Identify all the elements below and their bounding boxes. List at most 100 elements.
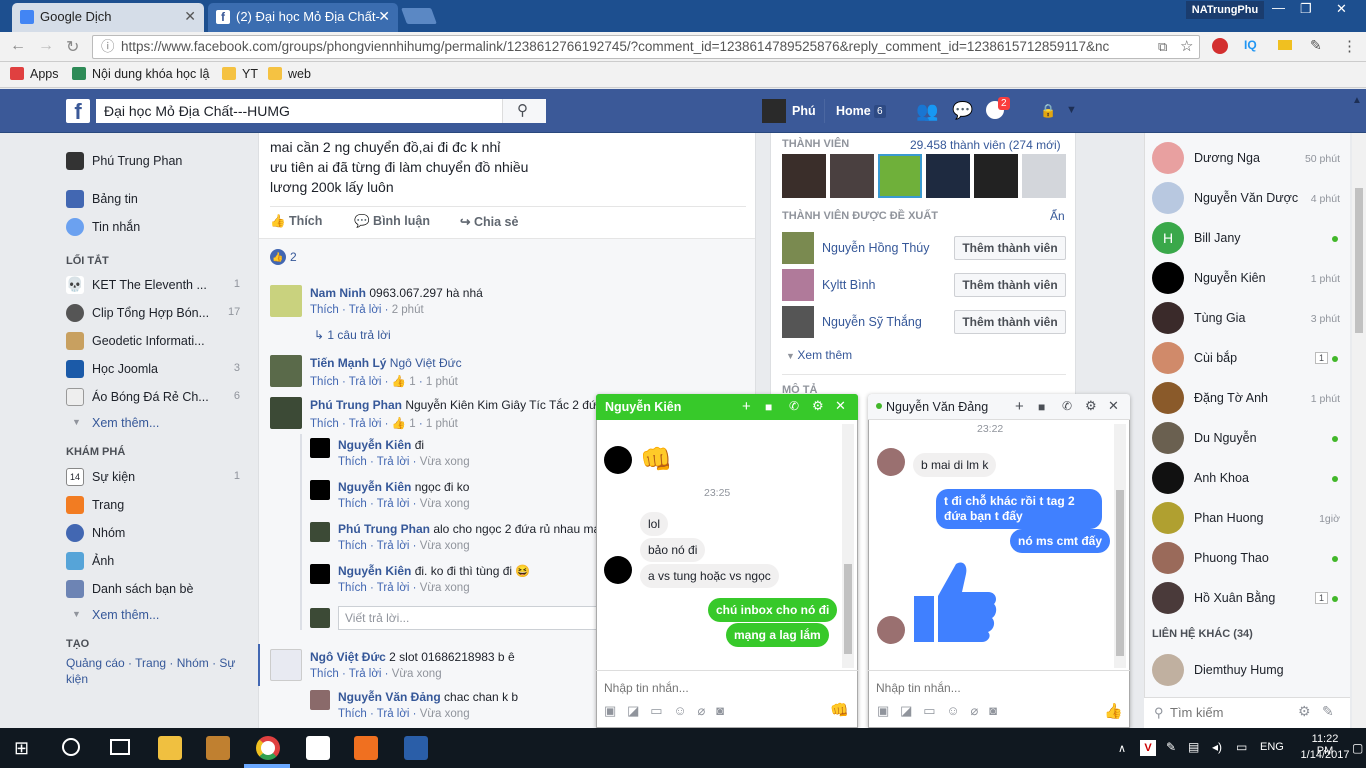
profile-name[interactable]: NATrungPhu (1186, 1, 1264, 19)
forward-icon[interactable]: → (38, 37, 54, 55)
close-icon[interactable]: ✕ (1108, 398, 1119, 414)
extension-icon[interactable] (1278, 40, 1292, 50)
create-links[interactable]: Quảng cáo · Trang · Nhóm · Sự kiện (66, 655, 246, 687)
camera-icon[interactable]: ◙ (989, 703, 997, 718)
tray-app-icon[interactable]: ✎ (1166, 740, 1176, 754)
avatar[interactable] (310, 564, 330, 584)
gear-icon[interactable]: ⚙ (1298, 703, 1311, 720)
avatar[interactable] (270, 285, 302, 317)
minimize-icon[interactable]: — (1272, 0, 1285, 15)
reply-input[interactable]: Viết trả lời... (338, 606, 598, 630)
reply-link[interactable]: Trả lời (349, 418, 382, 430)
star-icon[interactable]: ☆ (1180, 37, 1193, 55)
reply-link[interactable]: Trả lời (377, 708, 410, 720)
chat-contact[interactable]: Nguyễn Văn Dược 4 phút (1152, 182, 1342, 218)
photo-icon[interactable]: ▣ (604, 703, 616, 718)
tab-google-dich[interactable]: Google Dịch ✕ (12, 3, 204, 32)
like-action[interactable]: 👍 Thích (270, 214, 322, 229)
scroll-up-icon[interactable]: ▲ (1352, 95, 1362, 106)
chat-window-title[interactable]: Nguyễn Văn Đảng (886, 400, 988, 414)
notification-center-icon[interactable]: ▢ (1352, 741, 1363, 755)
reply-link[interactable]: Trả lời (377, 582, 410, 594)
member-photo[interactable] (926, 154, 970, 198)
clock-date[interactable]: 1/14/2017 (1300, 749, 1350, 761)
bookmark-apps[interactable]: Apps (10, 67, 59, 81)
add-member-button[interactable]: Thêm thành viên (954, 236, 1066, 260)
scroll-thumb[interactable] (1355, 188, 1363, 333)
suggested-member-name[interactable]: Nguyễn Hồng Thúy (822, 241, 929, 255)
task-view-icon[interactable] (110, 739, 130, 755)
share-action[interactable]: ↪ Chia sẻ (460, 214, 518, 229)
comment-author[interactable]: Nam Ninh (310, 286, 366, 300)
language-indicator[interactable]: ENG (1260, 741, 1284, 753)
comment-author[interactable]: Nguyễn Văn Đảng (338, 690, 441, 704)
maximize-icon[interactable]: ❐ (1300, 1, 1312, 17)
iq-extension[interactable]: IQ (1244, 38, 1257, 52)
gif-icon[interactable]: ▭ (650, 703, 662, 718)
chat-contact[interactable]: Du Nguyễn (1152, 422, 1342, 458)
attach-icon[interactable]: ⌀ (971, 703, 979, 718)
chat-window-title[interactable]: Nguyễn Kiên (605, 400, 681, 414)
like-link[interactable]: Thích (338, 456, 367, 468)
like-link[interactable]: Thích (338, 708, 367, 720)
comment-author[interactable]: Nguyễn Kiên (338, 480, 411, 494)
scroll-thumb[interactable] (844, 564, 852, 654)
chat-contact[interactable]: Dương Nga 50 phút (1152, 142, 1342, 178)
member-photo[interactable] (782, 154, 826, 198)
new-tab-button[interactable] (401, 8, 437, 24)
emoji-icon[interactable]: ☺ (673, 703, 686, 718)
photo-icon[interactable]: ▣ (877, 703, 889, 718)
attach-icon[interactable]: ⌀ (698, 703, 706, 718)
avatar[interactable] (762, 99, 786, 123)
reload-icon[interactable]: ↻ (66, 37, 79, 57)
message-input[interactable] (876, 678, 1096, 698)
chat-contact[interactable]: Đặng Tờ Anh 1 phút (1152, 382, 1342, 418)
comment-author[interactable]: Nguyễn Kiên (338, 564, 411, 578)
avatar[interactable] (310, 480, 330, 500)
comment-author[interactable]: Nguyễn Kiên (338, 438, 411, 452)
avatar[interactable] (782, 269, 814, 301)
chevron-down-icon[interactable]: ▼ (1066, 104, 1077, 116)
add-icon[interactable]: + (1015, 398, 1024, 415)
comment-author[interactable]: Ngô Việt Đức (310, 650, 386, 664)
camera-icon[interactable]: ◙ (716, 703, 724, 718)
phone-icon[interactable]: ✆ (789, 399, 799, 413)
messages-icon[interactable]: 💬 (952, 101, 973, 121)
fist-emoji-icon[interactable]: 👊 (830, 701, 849, 719)
tab-facebook[interactable]: f (2) Đại học Mỏ Địa Chất- ✕ (208, 3, 398, 32)
home-link[interactable]: Home (836, 104, 871, 118)
gear-icon[interactable]: ⚙ (812, 398, 824, 414)
member-photo[interactable] (830, 154, 874, 198)
chat-scrollbar[interactable] (842, 424, 854, 668)
avatar[interactable] (310, 438, 330, 458)
file-explorer-icon[interactable] (158, 736, 182, 760)
like-link[interactable]: Thích (338, 498, 367, 510)
back-icon[interactable]: ← (10, 37, 26, 55)
sticker-icon[interactable]: ◪ (900, 703, 912, 718)
menu-icon[interactable]: ⋮ (1342, 37, 1357, 55)
search-input[interactable]: Đại học Mỏ Địa Chất---HUMG (96, 99, 546, 123)
suggested-member-name[interactable]: Nguyễn Sỹ Thắng (822, 315, 922, 329)
chat-contact[interactable]: Diemthuy Humg (1152, 654, 1342, 690)
network-icon[interactable]: ▤ (1188, 740, 1199, 754)
video-icon[interactable]: ■ (1038, 400, 1045, 414)
phone-icon[interactable]: ✆ (1062, 399, 1072, 413)
comment-author[interactable]: Phú Trung Phan (310, 398, 402, 412)
avatar[interactable] (782, 306, 814, 338)
sticker-icon[interactable]: ◪ (627, 703, 639, 718)
member-photo[interactable] (974, 154, 1018, 198)
gif-icon[interactable]: ▭ (923, 703, 935, 718)
add-member-button[interactable]: Thêm thành viên (954, 273, 1066, 297)
user-name[interactable]: Phú (792, 104, 816, 118)
chat-search-input[interactable] (1170, 702, 1290, 722)
chat-contact[interactable]: Phuong Thao (1152, 542, 1342, 578)
scrollbar[interactable] (1352, 133, 1366, 728)
chat-contact[interactable]: Tùng Gia 3 phút (1152, 302, 1342, 338)
reply-link[interactable]: Trả lời (377, 498, 410, 510)
add-icon[interactable]: + (742, 398, 751, 415)
comment-author[interactable]: Phú Trung Phan (338, 522, 430, 536)
chevron-up-icon[interactable]: ∧ (1118, 742, 1126, 755)
comment-author[interactable]: Tiến Mạnh Lý (310, 356, 386, 370)
avatar[interactable] (310, 690, 330, 710)
suggested-member-name[interactable]: Kyltt Bình (822, 278, 876, 292)
